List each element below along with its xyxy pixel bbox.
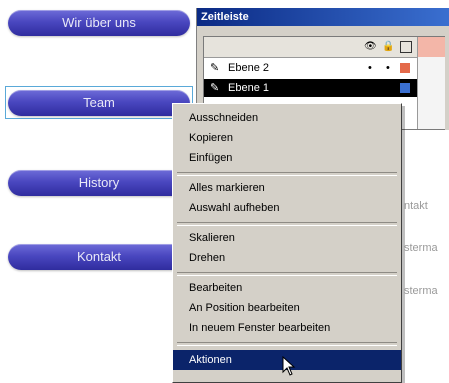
pencil-icon: ✎ [210, 82, 220, 94]
nav-button-wir-ueber-uns[interactable]: Wir über uns [8, 10, 190, 36]
layer-color-swatch[interactable] [400, 83, 410, 93]
menu-item-cut[interactable]: Ausschneiden [173, 108, 401, 128]
layer-row-selected[interactable]: ✎ Ebene 1 [204, 79, 444, 97]
menu-separator [177, 342, 397, 346]
layer-name: Ebene 2 [228, 62, 269, 74]
menu-item-rotate[interactable]: Drehen [173, 248, 401, 268]
context-menu: Ausschneiden Kopieren Einfügen Alles mar… [172, 103, 402, 383]
nav-button-label: Team [83, 95, 115, 110]
nav-button-kontakt[interactable]: Kontakt [8, 244, 190, 270]
layer-color-swatch[interactable] [400, 63, 410, 73]
menu-separator [177, 222, 397, 226]
timeline-title: Zeitleiste [197, 8, 449, 26]
background-text: sterma [404, 285, 438, 297]
menu-item-copy[interactable]: Kopieren [173, 128, 401, 148]
nav-button-label: History [78, 175, 120, 190]
background-text: ntakt [404, 200, 428, 212]
menu-item-select-all[interactable]: Alles markieren [173, 178, 401, 198]
outline-icon[interactable] [400, 41, 412, 53]
pencil-icon: ✎ [210, 62, 220, 74]
frames-column[interactable] [417, 37, 445, 129]
menu-item-edit-new-window[interactable]: In neuem Fenster bearbeiten [173, 318, 401, 338]
menu-item-deselect[interactable]: Auswahl aufheben [173, 198, 401, 218]
menu-item-scale[interactable]: Skalieren [173, 228, 401, 248]
menu-item-edit[interactable]: Bearbeiten [173, 278, 401, 298]
playhead[interactable] [418, 37, 445, 57]
layer-name: Ebene 1 [228, 82, 269, 94]
lock-icon[interactable]: 🔒 [382, 41, 394, 52]
background-text: sterma [404, 242, 438, 254]
nav-button-history[interactable]: History [8, 170, 190, 196]
nav-button-team[interactable]: Team [8, 90, 190, 116]
eye-icon[interactable]: 👁 [364, 41, 377, 52]
timeline-header: 👁 🔒 [204, 37, 444, 58]
lock-dot[interactable]: • [386, 59, 390, 77]
menu-item-edit-in-place[interactable]: An Position bearbeiten [173, 298, 401, 318]
nav-button-label: Wir über uns [62, 15, 136, 30]
visibility-dot[interactable]: • [368, 59, 372, 77]
menu-item-paste[interactable]: Einfügen [173, 148, 401, 168]
layer-row[interactable]: ✎ Ebene 2 • • [204, 59, 444, 77]
menu-separator [177, 272, 397, 276]
mouse-pointer-icon [282, 356, 296, 376]
nav-button-label: Kontakt [76, 249, 122, 264]
menu-separator [177, 172, 397, 176]
